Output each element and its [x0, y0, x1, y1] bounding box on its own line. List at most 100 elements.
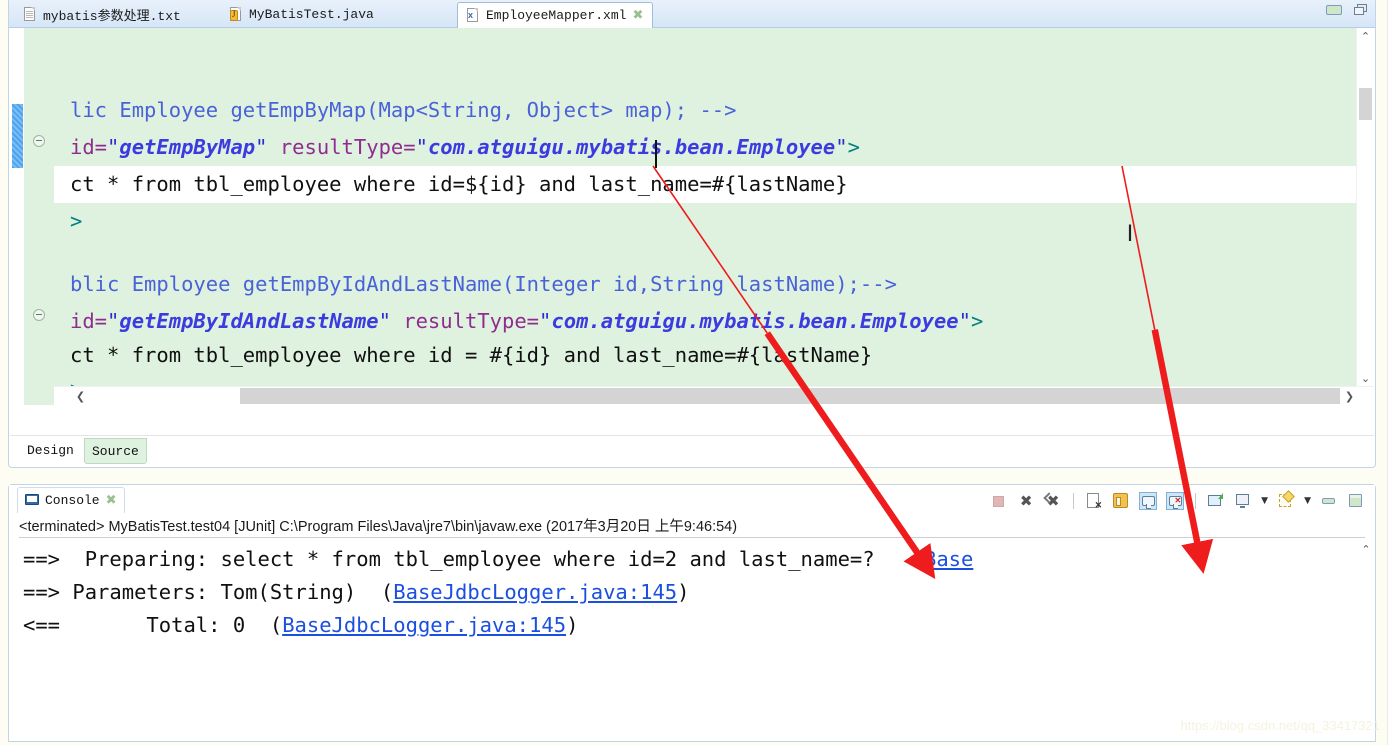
restore-icon[interactable] [1354, 4, 1367, 15]
code-line[interactable]: ct * from tbl_employee where id = #{id} … [54, 337, 1357, 374]
tab-source[interactable]: Source [84, 438, 147, 464]
code-line[interactable]: > [54, 371, 1357, 387]
remove-launch-icon: ✖ [1019, 492, 1033, 510]
scroll-right-icon[interactable]: ❯ [1341, 387, 1358, 405]
minimize-console-icon [1322, 498, 1335, 504]
console-output-line: ==> Parameters: Tom(String) (BaseJdbcLog… [23, 576, 1355, 609]
code-token: " [539, 309, 552, 333]
code-token: > [847, 135, 860, 159]
code-token: resultType= [267, 135, 416, 159]
editor-panel: mybatis参数处理.txt MyBatisTest.java x Emplo… [8, 0, 1376, 468]
scroll-up-icon[interactable]: ⌃ [1357, 28, 1374, 45]
java-file-icon [230, 6, 243, 23]
console-output[interactable]: ==> Preparing: select * from tbl_employe… [9, 539, 1375, 741]
remove-all-terminated-button[interactable]: ✖ [1044, 492, 1062, 510]
left-background-strip [0, 0, 8, 745]
console-output-line: <== Total: 0 (BaseJdbcLogger.java:145) [23, 609, 1355, 642]
scrollbar-thumb-horizontal[interactable] [240, 388, 1340, 404]
code-text[interactable]: lic Employee getEmpByMap(Map<String, Obj… [54, 28, 1357, 387]
toolbar-separator [1073, 493, 1075, 509]
code-line[interactable]: id="getEmpByIdAndLastName" resultType="c… [54, 303, 1357, 340]
right-edge-strip [1387, 0, 1396, 745]
chevron-down-icon[interactable]: ▼ [1261, 496, 1268, 506]
code-token: resultType= [390, 309, 540, 333]
panel-gap [8, 468, 1376, 484]
fold-toggle-icon[interactable] [33, 135, 45, 147]
code-line[interactable]: > [54, 203, 1357, 240]
maximize-console-icon [1349, 494, 1362, 507]
open-console-icon [1208, 493, 1224, 506]
console-text: <== Total: 0 ( [23, 613, 283, 637]
editor-caret [655, 140, 657, 168]
scroll-down-icon[interactable]: ⌄ [1357, 370, 1374, 387]
editor-vertical-scrollbar[interactable]: ⌃ ⌄ [1356, 28, 1374, 387]
code-line[interactable]: blic Employee getEmpByIdAndLastName(Inte… [54, 266, 1357, 303]
stack-trace-link[interactable]: BaseJdbcLogger.java:145 [393, 580, 677, 604]
code-token: getEmpByMap [119, 135, 256, 159]
minimize-console-button[interactable] [1320, 492, 1338, 510]
editor-horizontal-scrollbar[interactable]: ❮ ❯ [54, 386, 1374, 405]
code-line[interactable]: lic Employee getEmpByMap(Map<String, Obj… [54, 92, 1357, 129]
display-selected-console-button[interactable] [1234, 492, 1252, 510]
text-cursor-pointer: I [1126, 222, 1134, 247]
editor-tab-employeemapper-xml[interactable]: x EmployeeMapper.xml ✖ [457, 2, 654, 29]
show-console-on-error-button[interactable] [1166, 492, 1185, 510]
maximize-console-button[interactable] [1347, 492, 1365, 510]
terminate-button[interactable] [990, 492, 1008, 510]
code-token: " [835, 135, 848, 159]
code-token: " [415, 135, 428, 159]
launch-configuration-line: <terminated> MyBatisTest.test04 [JUnit] … [19, 515, 1365, 538]
console-toolbar: ✖ ✖ ▼ ▼ [990, 489, 1365, 513]
code-token: blic Employee getEmpByIdAndLastName(Inte… [70, 272, 897, 296]
editor-tab-bar: mybatis参数处理.txt MyBatisTest.java x Emplo… [9, 0, 1375, 29]
code-editor-area[interactable]: lic Employee getEmpByMap(Map<String, Obj… [10, 28, 1374, 405]
code-token: getEmpByIdAndLastName [119, 309, 379, 333]
editor-tab-mybatis-txt[interactable]: mybatis参数处理.txt [15, 1, 190, 28]
console-tab[interactable]: Console ✖ [17, 487, 125, 513]
new-console-view-icon [1279, 494, 1292, 507]
close-icon[interactable]: ✖ [106, 494, 117, 507]
console-header: Console ✖ ✖ ✖ ▼ ▼ [9, 485, 1375, 515]
stack-trace-link[interactable]: Base [924, 547, 973, 571]
remove-launch-button[interactable]: ✖ [1017, 492, 1035, 510]
code-token: " [958, 309, 971, 333]
minimize-icon[interactable] [1326, 4, 1342, 15]
scroll-lock-icon [1113, 493, 1129, 508]
code-line[interactable]: id="getEmpByMap" resultType="com.atguigu… [54, 129, 1357, 166]
code-line[interactable]: ct * from tbl_employee where id=${id} an… [54, 166, 1357, 203]
stack-trace-link[interactable]: BaseJdbcLogger.java:145 [282, 613, 566, 637]
console-text: ==> Preparing: select * from tbl_employe… [23, 547, 924, 571]
clear-console-button[interactable] [1085, 492, 1103, 511]
open-console-button[interactable] [1207, 492, 1225, 510]
editor-window-controls [1326, 4, 1367, 15]
annotation-marker[interactable] [12, 104, 23, 168]
console-text: ) [677, 580, 690, 604]
annotation-ruler[interactable] [10, 28, 25, 405]
close-icon[interactable]: ✖ [632, 9, 643, 22]
toolbar-separator [1195, 493, 1197, 509]
scroll-left-icon[interactable]: ❮ [72, 387, 89, 405]
console-panel: Console ✖ ✖ ✖ ▼ ▼ <terminated> MyBatisTest.… [8, 484, 1376, 742]
xml-file-icon: x [467, 7, 480, 24]
chevron-down-icon[interactable]: ▼ [1304, 496, 1311, 506]
editor-tab-label: EmployeeMapper.xml [486, 8, 627, 23]
code-token: lic Employee getEmpByMap(Map<String, Obj… [70, 98, 737, 122]
eclipse-ide-screenshot: mybatis参数处理.txt MyBatisTest.java x Emplo… [0, 0, 1396, 745]
editor-tab-label: MyBatisTest.java [249, 7, 374, 22]
code-token: ct * from tbl_employee where id=${id} an… [70, 172, 848, 196]
pin-console-button[interactable] [1139, 492, 1158, 510]
code-token: " [107, 309, 120, 333]
code-token: " [255, 135, 268, 159]
fold-toggle-icon[interactable] [33, 309, 45, 321]
console-scroll-up-icon[interactable]: ⌃ [1359, 541, 1373, 557]
editor-bottom-tabs: Design Source [10, 435, 1374, 466]
tab-design[interactable]: Design [20, 438, 81, 464]
new-console-view-button[interactable] [1277, 492, 1295, 510]
code-token: id= [70, 135, 108, 159]
console-text: ) [566, 613, 579, 637]
scroll-lock-button[interactable] [1112, 492, 1130, 510]
folding-gutter[interactable] [24, 28, 55, 405]
editor-tab-mybatistest-java[interactable]: MyBatisTest.java [221, 1, 383, 28]
editor-tab-label: mybatis参数处理.txt [43, 9, 181, 24]
scrollbar-thumb[interactable] [1359, 88, 1372, 120]
